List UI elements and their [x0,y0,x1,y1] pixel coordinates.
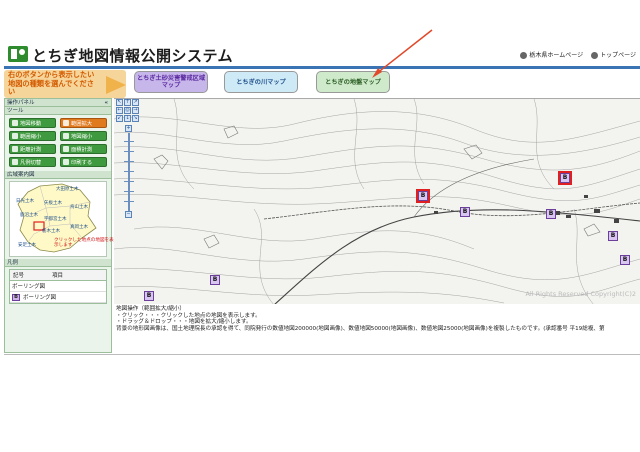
zoom-out-icon [12,133,18,139]
tool-map-shrink[interactable]: 地図縮小 [60,131,107,141]
instruction-banner: 右のボタンから表示したい地図の種類を選んでください [4,70,126,98]
reset-view-button[interactable]: ◎ [124,107,131,114]
topographic-map [114,99,640,304]
guide-label[interactable]: 日光土木 [16,198,34,204]
boring-marker[interactable]: B [608,231,618,241]
boring-marker[interactable]: B [558,171,572,185]
pan-northeast-button[interactable]: ↗ [132,99,139,106]
legend-header: 記号 項目 [10,270,106,281]
pan-southeast-button[interactable]: ↘ [132,115,139,122]
zoom-out-button[interactable]: − [125,211,132,218]
map-instructions: 地図操作（範囲拡大/縮小） ・クリック・・・クリックした地点の地図を表示します。… [116,306,640,354]
guide-label[interactable]: 栃木土木 [42,228,60,234]
tool-map-move[interactable]: 地図移動 [9,118,56,128]
zoom-in-icon [63,120,69,126]
zoom-in-button[interactable]: + [125,125,132,132]
pan-east-button[interactable]: → [132,107,139,114]
operation-panel-title[interactable]: 操作パネル [5,99,111,107]
copyright-text: All Rights Reserved Copyright(C)2 [525,290,636,298]
legend-table: 記号 項目 ボーリング図 B ボーリング図 [9,269,107,304]
tool-buttons: 地図移動 範囲拡大 範囲縮小 地図縮小 距離計測 面積計測 凡例切替 印刷する [5,115,111,171]
ruler-icon [12,146,18,152]
hand-icon [12,120,18,126]
boring-marker[interactable]: B [620,255,630,265]
shrink-icon [63,133,69,139]
header-divider [4,66,640,69]
river-map-button[interactable]: とちぎの川マップ [224,71,298,93]
legend-group[interactable]: ボーリング図 [10,281,106,292]
legend-item: B ボーリング図 [10,292,106,303]
page-title: とちぎ地図情報公開システム [32,47,234,65]
guide-label[interactable]: 矢板土木 [44,200,62,206]
boring-marker-icon: B [12,293,20,301]
arrow-right-icon [106,76,126,94]
boring-marker[interactable]: B [460,207,470,217]
guide-label[interactable]: 真岡土木 [70,224,88,230]
pan-southwest-button[interactable]: ↙ [116,115,123,122]
guide-label[interactable]: 安足土木 [18,242,36,248]
pan-north-button[interactable]: ↑ [124,99,131,106]
map-navigation: ↖ ↑ ↗ ← ◎ → ↙ ↓ ↘ + − [116,99,140,219]
pan-west-button[interactable]: ← [116,107,123,114]
boring-marker[interactable]: B [144,291,154,301]
boring-marker[interactable]: B [210,275,220,285]
guide-label[interactable]: 烏山土木 [70,204,88,210]
boring-marker[interactable]: B [416,189,430,203]
ground-map-button[interactable]: とちぎの地盤マップ [316,71,390,93]
tools-title: ツール [5,107,111,115]
tool-legend-toggle[interactable]: 凡例切替 [9,157,56,167]
tool-zoom-out[interactable]: 範囲縮小 [9,131,56,141]
area-icon [63,146,69,152]
boring-marker[interactable]: B [546,209,556,219]
sediment-disaster-map-button[interactable]: とちぎ土砂災害警戒区域マップ [134,71,208,93]
top-page-link[interactable]: トップページ [591,50,636,59]
tool-distance[interactable]: 距離計測 [9,144,56,154]
guide-note: クリックした地点の地図を表示します [54,238,114,248]
guide-map-title: 広域案内図 [5,171,111,179]
legend-icon [12,159,18,165]
pan-south-button[interactable]: ↓ [124,115,131,122]
overview-map[interactable]: 大田原土木 日光土木 矢板土木 烏山土木 鹿沼土木 宇都宮土木 真岡土木 栃木土… [9,181,114,257]
prefecture-home-link[interactable]: 栃木県ホームページ [520,50,583,59]
guide-label[interactable]: 鹿沼土木 [20,212,38,218]
info-line: ・ドラッグ＆ドロップ・・・地図を拡大/縮小します。 [116,319,252,326]
header: とちぎ地図情報公開システム 栃木県ホームページ トップページ [4,42,640,67]
header-links: 栃木県ホームページ トップページ [520,50,636,59]
tool-area[interactable]: 面積計測 [60,144,107,154]
home-icon [520,52,528,59]
pan-northwest-button[interactable]: ↖ [116,99,123,106]
site-logo [8,46,28,62]
tool-zoom-in[interactable]: 範囲拡大 [60,118,107,128]
legend-title: 凡例 [5,259,111,267]
map-canvas[interactable]: ↖ ↑ ↗ ← ◎ → ↙ ↓ ↘ + − B B B B B B B B Al… [114,98,640,304]
info-line: 背景の地形図画像は、国土地理院長の承認を得て、同院発行の数値地図200000(地… [116,325,605,332]
info-line: 地図操作（範囲拡大/縮小） [116,306,186,312]
guide-label[interactable]: 宇都宮土木 [44,216,67,222]
bottom-divider [4,354,640,355]
tool-print[interactable]: 印刷する [60,157,107,167]
guide-label[interactable]: 大田原土木 [56,186,79,192]
house-icon [591,52,599,59]
printer-icon [63,159,69,165]
operation-panel: 操作パネル ツール 地図移動 範囲拡大 範囲縮小 地図縮小 距離計測 面積計測 … [4,98,114,353]
instruction-text: 右のボタンから表示したい地図の種類を選んでください [8,70,95,96]
